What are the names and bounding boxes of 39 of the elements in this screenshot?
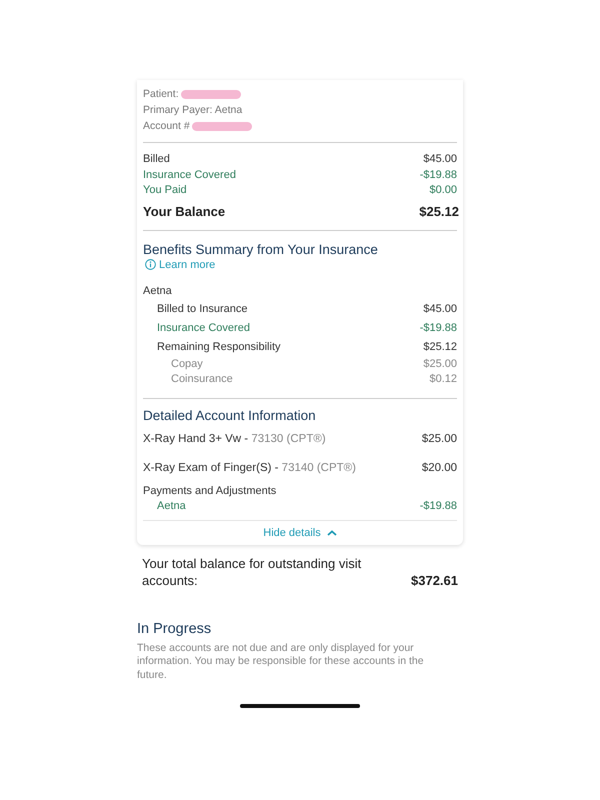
subheading: Payments and Adjustments bbox=[143, 484, 278, 496]
amount: -$19.88 bbox=[420, 498, 457, 514]
hide-details-button[interactable]: Hide details bbox=[259, 524, 341, 540]
row-label: Billed bbox=[143, 152, 170, 167]
section-heading: In Progress bbox=[137, 620, 212, 636]
section-heading: Benefits Summary from Your Insurance bbox=[143, 240, 379, 258]
info-text: Primary Payer: Aetna bbox=[143, 103, 242, 118]
row-label: Insurance Covered bbox=[157, 320, 250, 336]
section-heading: Detailed Account Information bbox=[143, 406, 317, 424]
payer-name: Aetna bbox=[143, 284, 173, 296]
amount: $0.12 bbox=[429, 372, 457, 387]
amount: -$19.88 bbox=[420, 168, 457, 182]
amount: $25.00 bbox=[422, 432, 457, 446]
amount: $45.00 bbox=[423, 302, 457, 316]
info-paragraph: These accounts are not due and are only displayed for your information. You may be responsible for these accounts in the future. bbox=[137, 642, 425, 682]
row-label: Remaining Responsibility bbox=[157, 340, 281, 354]
learn-more-link[interactable]: Learn more bbox=[143, 258, 216, 270]
info-text: Account # bbox=[143, 119, 190, 134]
row-label: Coinsurance bbox=[171, 372, 233, 387]
total-label: Your total balance for outstanding visit accounts: bbox=[142, 554, 362, 588]
amount: $45.00 bbox=[423, 152, 457, 167]
total-amount: $372.61 bbox=[411, 572, 458, 588]
amount: $25.00 bbox=[423, 356, 457, 372]
line-item-label: X-Ray Exam of Finger(S) - 73140 (CPT®) bbox=[143, 460, 356, 476]
row-label: Insurance Covered bbox=[143, 168, 236, 182]
info-icon bbox=[145, 259, 156, 270]
amount: $0.00 bbox=[429, 183, 457, 198]
amount: $20.00 bbox=[422, 460, 457, 476]
row-label: Aetna bbox=[157, 498, 186, 514]
amount: $25.12 bbox=[423, 340, 457, 354]
chevron-icon bbox=[326, 530, 337, 536]
amount: $25.12 bbox=[419, 202, 459, 220]
row-label: You Paid bbox=[143, 183, 187, 198]
row-label: Copay bbox=[171, 356, 203, 372]
row-label: Billed to Insurance bbox=[157, 302, 248, 316]
row-label: Your Balance bbox=[143, 202, 226, 220]
amount: -$19.88 bbox=[420, 320, 457, 336]
info-text: Patient: bbox=[143, 87, 179, 102]
line-item-label: X-Ray Hand 3+ Vw - 73130 (CPT®) bbox=[143, 432, 326, 446]
